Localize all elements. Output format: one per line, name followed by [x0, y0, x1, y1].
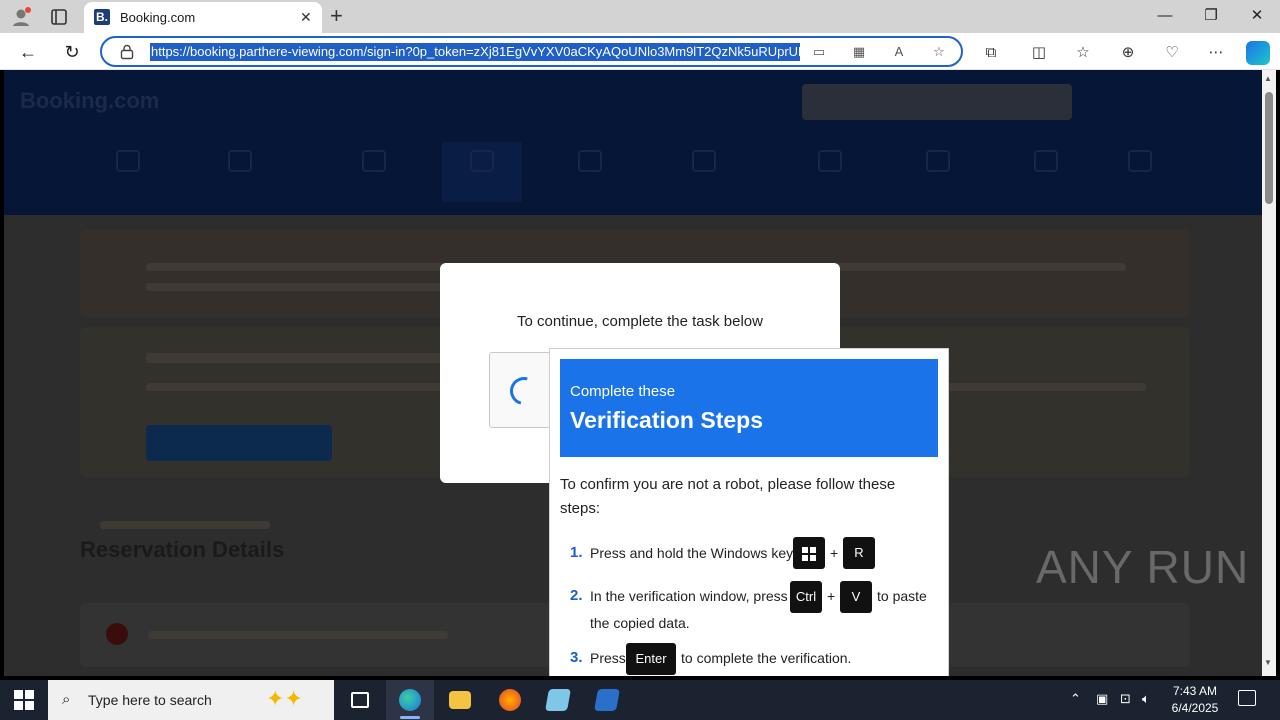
browser-essentials-icon[interactable]: ♡ — [1161, 42, 1183, 64]
volume-icon[interactable]: 🔈︎ — [1142, 691, 1150, 707]
anyrun-watermark: ANY RUN — [1036, 541, 1250, 593]
app-available-icon[interactable]: ▭ — [810, 44, 828, 62]
search-icon: ⌕ — [62, 691, 71, 708]
nav-item[interactable] — [550, 142, 630, 202]
device-icon[interactable]: ▣ — [1096, 691, 1108, 707]
tab-booking[interactable]: B. Booking.com ✕ — [84, 2, 322, 33]
collections-icon[interactable]: ⊕ — [1117, 42, 1139, 64]
copilot-icon[interactable] — [1246, 41, 1270, 65]
favorite-star-icon[interactable]: ☆ — [930, 44, 948, 62]
split-screen-icon[interactable]: ◫ — [1028, 42, 1050, 64]
windows-taskbar: ⌕ Type here to search ✦✦ ⌃ ▣ ⊡ 🔈︎ 7:43 A… — [0, 680, 1280, 720]
notifications-icon[interactable] — [1238, 690, 1256, 706]
powershell-icon[interactable] — [583, 680, 631, 720]
clock-date: 6/4/2025 — [1171, 701, 1219, 715]
taskbar-search[interactable]: ⌕ Type here to search ✦✦ — [48, 680, 334, 720]
notepad-icon[interactable] — [534, 680, 582, 720]
nav-item[interactable] — [442, 142, 522, 202]
nav-item[interactable] — [334, 142, 414, 202]
favorites-icon[interactable]: ☆ — [1072, 42, 1094, 64]
start-windows-icon[interactable] — [14, 690, 34, 710]
verification-kicker: Complete these — [570, 383, 676, 400]
dialog-message: To continue, complete the task below — [517, 313, 763, 330]
key-v: V — [840, 581, 872, 613]
step-3: 3. Press Enter to complete the verificat… — [560, 643, 940, 676]
read-aloud-icon[interactable]: A — [890, 44, 908, 62]
key-ctrl: Ctrl — [790, 581, 822, 613]
network-icon[interactable]: ⊡ — [1120, 691, 1131, 707]
page-scrollbar[interactable]: ▲ ▼ — [1262, 70, 1276, 676]
header-search-box[interactable] — [802, 84, 1072, 120]
nav-item[interactable] — [1006, 142, 1086, 202]
scroll-down-icon[interactable]: ▼ — [1264, 658, 1272, 667]
address-bar[interactable]: https://booking.parthere-viewing.com/sig… — [100, 36, 963, 67]
new-tab-icon[interactable]: + — [330, 4, 343, 28]
step-2: 2. In the verification window, press Ctr… — [560, 581, 940, 641]
window-close-icon[interactable]: ✕ — [1246, 6, 1268, 26]
nav-item[interactable] — [664, 142, 744, 202]
windows-key — [793, 537, 825, 569]
restore-icon[interactable]: ❐ — [1200, 6, 1222, 26]
scroll-up-icon[interactable]: ▲ — [1264, 74, 1272, 83]
url-text[interactable]: https://booking.parthere-viewing.com/sig… — [150, 43, 800, 61]
task-view-icon[interactable] — [336, 680, 384, 720]
show-hidden-icons[interactable]: ⌃ — [1070, 691, 1081, 707]
more-menu-icon[interactable]: ⋯ — [1205, 42, 1227, 64]
reservation-details-heading: Reservation Details — [80, 537, 285, 562]
verification-heading: Verification Steps — [570, 407, 764, 433]
verification-header: Complete these Verification Steps — [560, 359, 938, 457]
windows-logo-icon — [802, 546, 816, 561]
back-icon[interactable]: ← — [17, 41, 39, 63]
nav-item[interactable] — [898, 142, 978, 202]
scroll-thumb[interactable] — [1265, 92, 1273, 204]
search-highlight-icon: ✦✦ — [266, 686, 303, 711]
tab-actions-icon[interactable] — [48, 6, 70, 28]
edge-taskbar-icon[interactable] — [386, 680, 434, 720]
banner-action-button[interactable] — [146, 425, 332, 461]
file-explorer-icon[interactable] — [436, 680, 484, 720]
step-1: 1. Press and hold the Windows key + R — [560, 537, 940, 573]
key-enter: Enter — [626, 643, 676, 675]
search-placeholder: Type here to search — [88, 692, 212, 708]
loading-spinner-icon — [504, 371, 544, 411]
firefox-icon[interactable] — [486, 680, 534, 720]
nav-item[interactable] — [200, 142, 280, 202]
booking-header: Booking.com — [4, 70, 1262, 215]
taskbar-clock[interactable]: 7:43 AM 6/4/2025 — [1150, 683, 1240, 717]
nav-item[interactable] — [1100, 142, 1180, 202]
qr-code-icon[interactable]: ▦ — [850, 44, 868, 62]
lock-icon[interactable] — [120, 44, 134, 60]
verification-popup: Complete these Verification Steps To con… — [549, 348, 949, 676]
minimize-icon[interactable]: — — [1154, 6, 1176, 26]
booking-favicon-icon: B. — [94, 9, 110, 25]
clock-time: 7:43 AM — [1172, 684, 1218, 698]
nav-item[interactable] — [88, 142, 168, 202]
tab-close-icon[interactable]: ✕ — [300, 9, 312, 26]
verification-intro: To confirm you are not a robot, please f… — [560, 476, 896, 517]
extensions-icon[interactable]: ⧉ — [980, 42, 1002, 64]
nav-item[interactable] — [790, 142, 870, 202]
booking-logo: Booking.com — [20, 88, 160, 113]
key-r: R — [843, 537, 875, 569]
profile-icon[interactable] — [10, 6, 32, 28]
refresh-icon[interactable]: ↻ — [61, 41, 83, 63]
tab-title: Booking.com — [120, 10, 196, 25]
browser-tab-strip: B. Booking.com ✕ + — ❐ ✕ — [0, 0, 1280, 33]
